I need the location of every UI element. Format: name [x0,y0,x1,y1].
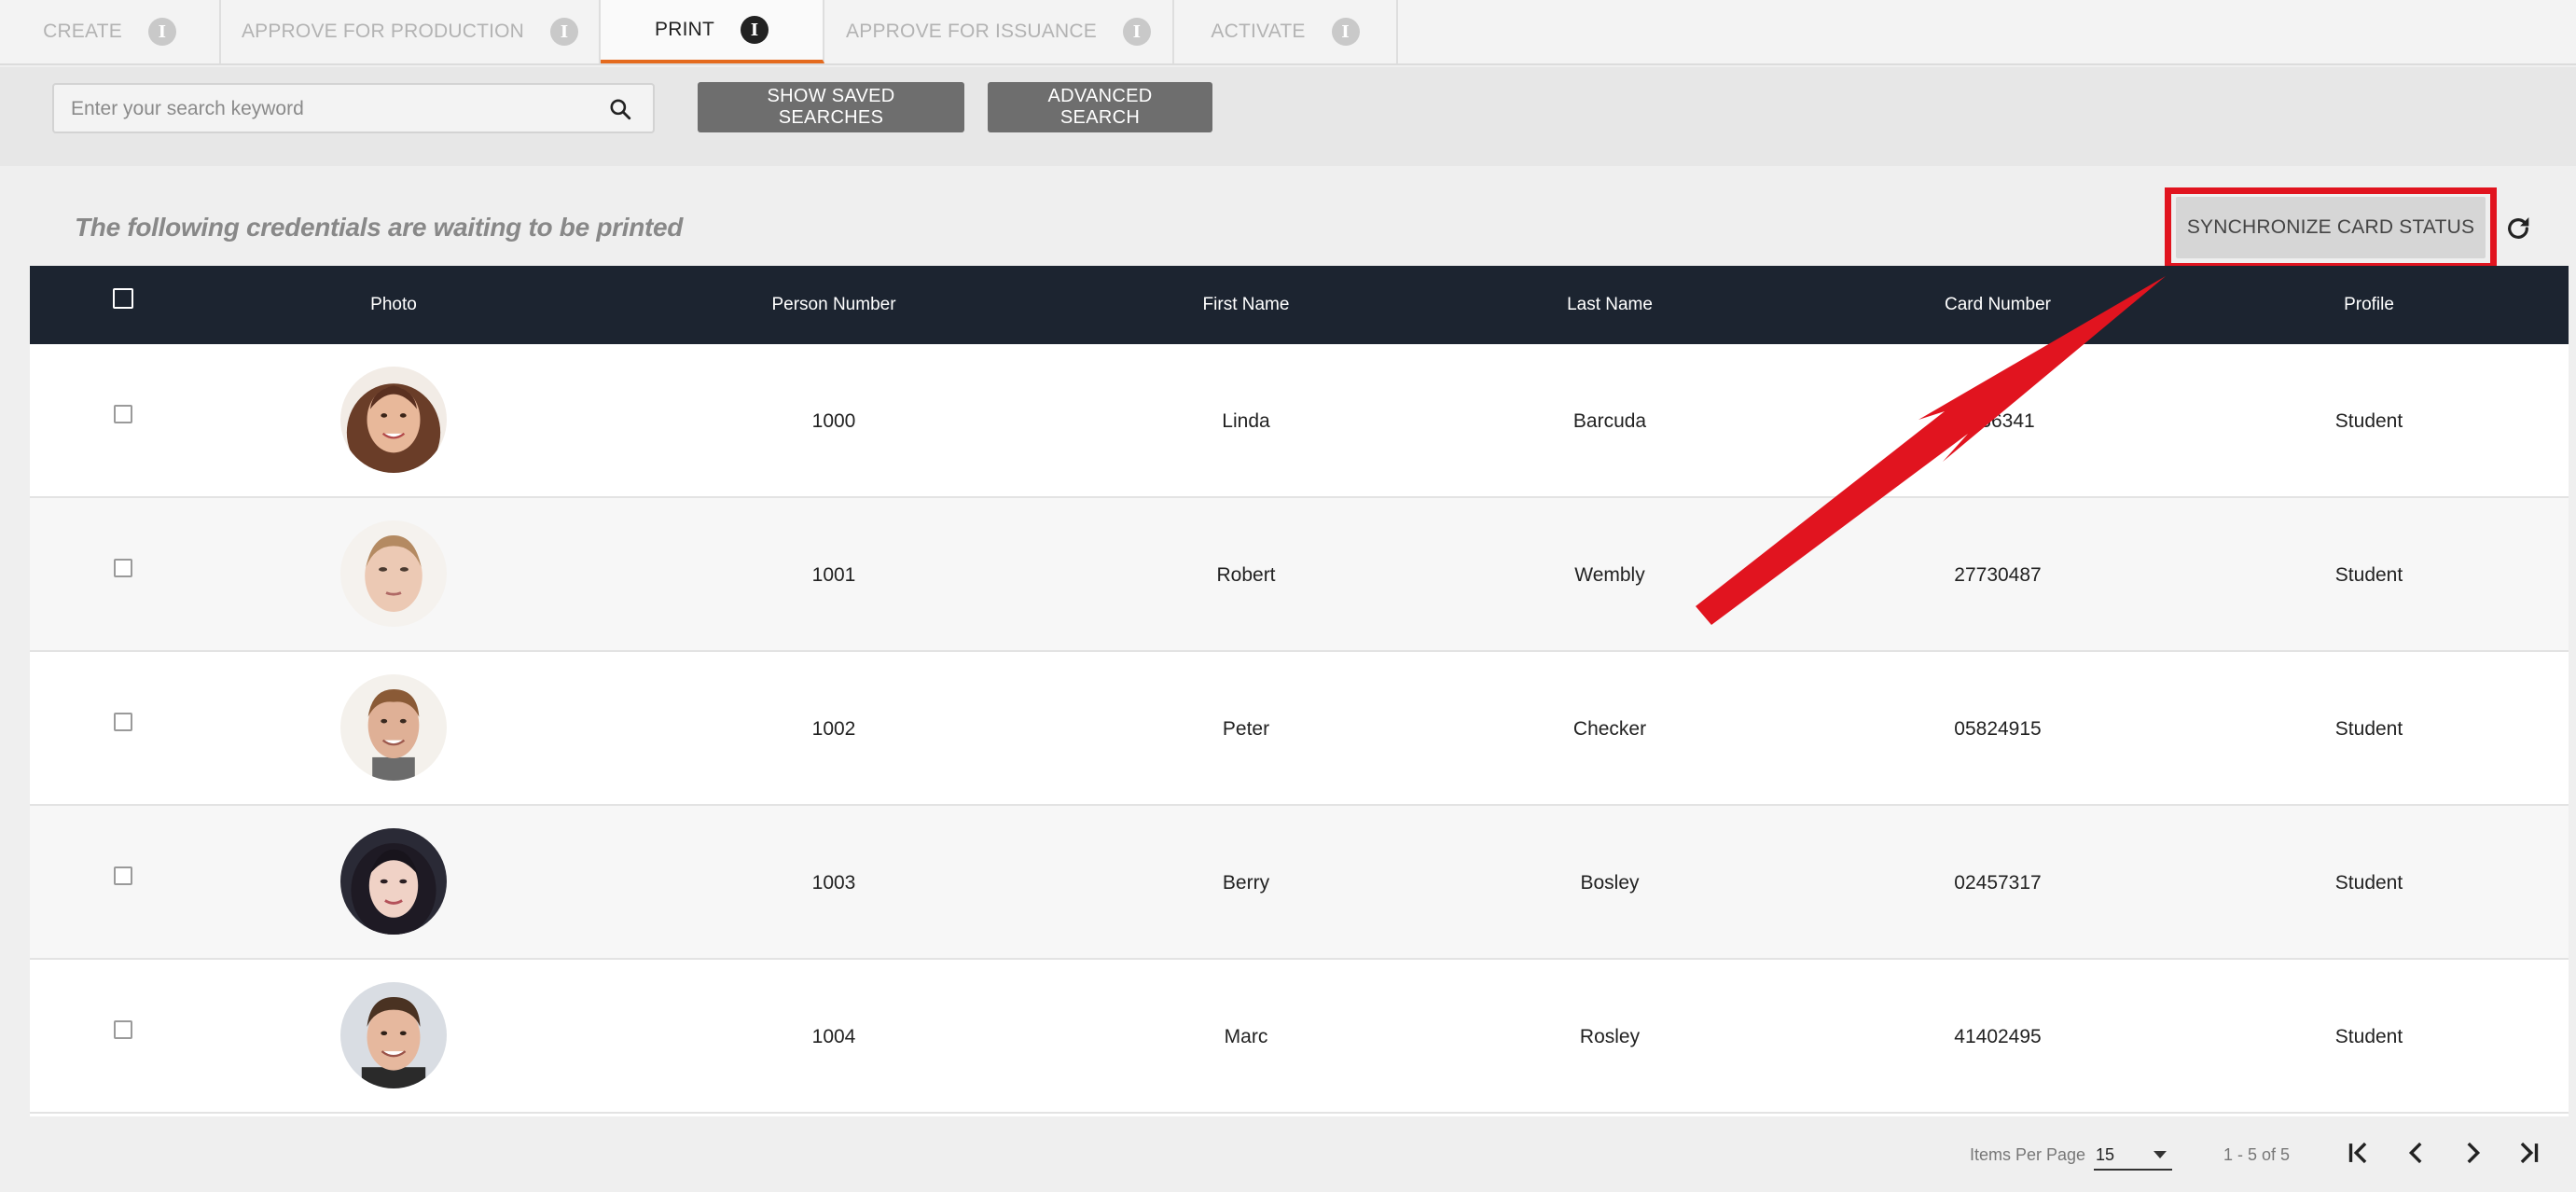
workflow-tabs: CREATE i APPROVE FOR PRODUCTION i PRINT … [0,0,2576,65]
column-header-person-number[interactable]: Person Number [771,266,895,344]
first-page-icon[interactable] [2343,1137,2375,1169]
synchronize-card-status-button[interactable]: SYNCHRONIZE CARD STATUS [2176,197,2486,258]
info-icon[interactable]: i [741,16,769,44]
info-icon[interactable]: i [550,18,579,46]
tab-label: APPROVE FOR PRODUCTION [241,21,525,42]
refresh-icon[interactable] [2503,214,2533,243]
search-icon[interactable] [608,97,632,121]
page-subtitle: The following credentials are waiting to… [75,213,684,242]
tab-label: PRINT [655,19,714,40]
table-row[interactable]: 1003 Berry Bosley 02457317 Student [30,806,2569,960]
pagination-bar: Items Per Page 15 1 - 5 of 5 [0,1116,2576,1192]
tab-label: CREATE [43,21,122,42]
advanced-search-button[interactable]: ADVANCED SEARCH [988,82,1212,132]
table-row[interactable]: 1001 Robert Wembly 27730487 Student [30,498,2569,652]
tab-label: ACTIVATE [1211,21,1306,42]
row-checkbox[interactable] [114,713,132,731]
search-box [52,83,655,133]
person-number-cell: 1002 [811,717,856,740]
profile-cell: Student [2334,409,2403,432]
info-icon[interactable]: i [1122,18,1151,46]
column-header-first-name[interactable]: First Name [1203,266,1290,344]
avatar [340,674,447,781]
row-checkbox[interactable] [114,559,132,577]
profile-cell: Student [2334,871,2403,894]
first-name-cell: Peter [1222,717,1270,740]
person-number-cell: 1003 [811,871,856,894]
table-header: Photo Person Number First Name Last Name… [30,266,2569,344]
column-header-profile[interactable]: Profile [2344,266,2394,344]
card-number-cell: …36341 [1960,409,2035,432]
items-per-page-select[interactable]: 15 [2094,1139,2172,1171]
table-row[interactable]: 1002 Peter Checker 05824915 Student [30,652,2569,806]
row-checkbox[interactable] [114,866,132,885]
tab-approve-for-issuance[interactable]: APPROVE FOR ISSUANCE i [824,0,1174,63]
info-icon[interactable]: i [147,18,176,46]
avatar [340,828,447,935]
select-all-checkbox[interactable] [113,288,133,309]
tab-activate[interactable]: ACTIVATE i [1174,0,1398,63]
first-name-cell: Berry [1222,871,1270,894]
column-header-last-name[interactable]: Last Name [1567,266,1653,344]
column-header-card-number[interactable]: Card Number [1945,266,2051,344]
card-number-cell: 41402495 [1954,1025,2042,1047]
search-input[interactable] [69,85,595,133]
first-name-cell: Linda [1222,409,1270,432]
profile-cell: Student [2334,717,2403,740]
items-per-page-value: 15 [2096,1145,2115,1164]
person-number-cell: 1004 [811,1025,856,1047]
card-number-cell: 05824915 [1954,717,2042,740]
column-header-photo[interactable]: Photo [370,266,417,344]
tab-approve-for-production[interactable]: APPROVE FOR PRODUCTION i [221,0,601,63]
card-number-cell: 02457317 [1954,871,2042,894]
row-checkbox[interactable] [114,405,132,423]
next-page-icon[interactable] [2457,1137,2488,1169]
last-name-cell: Bosley [1580,871,1640,894]
show-saved-searches-button[interactable]: SHOW SAVED SEARCHES [698,82,964,132]
profile-cell: Student [2334,1025,2403,1047]
profile-cell: Student [2334,563,2403,586]
avatar [340,520,447,627]
table-row[interactable]: 1004 Marc Rosley 41402495 Student [30,960,2569,1114]
first-name-cell: Robert [1216,563,1276,586]
card-number-cell: 27730487 [1954,563,2042,586]
last-name-cell: Rosley [1579,1025,1641,1047]
last-name-cell: Barcuda [1572,409,1647,432]
credentials-table: Photo Person Number First Name Last Name… [30,266,2569,1116]
tab-print[interactable]: PRINT i [601,0,824,63]
items-per-page-label: Items Per Page [1970,1145,2086,1164]
person-number-cell: 1001 [811,563,856,586]
row-checkbox[interactable] [114,1020,132,1039]
last-name-cell: Checker [1572,717,1647,740]
first-name-cell: Marc [1224,1025,1268,1047]
chevron-down-icon [2154,1151,2167,1158]
tab-create[interactable]: CREATE i [0,0,221,63]
table-row[interactable]: 1000 Linda Barcuda …36341 Student [30,344,2569,498]
tab-label: APPROVE FOR ISSUANCE [846,21,1097,42]
last-page-icon[interactable] [2513,1137,2544,1169]
search-bar: SHOW SAVED SEARCHES ADVANCED SEARCH [0,67,2576,166]
last-name-cell: Wembly [1574,563,1645,586]
info-icon[interactable]: i [1331,18,1360,46]
avatar [340,367,447,473]
avatar [340,982,447,1088]
prev-page-icon[interactable] [2401,1137,2432,1169]
page-range-text: 1 - 5 of 5 [2223,1145,2291,1164]
person-number-cell: 1000 [811,409,856,432]
